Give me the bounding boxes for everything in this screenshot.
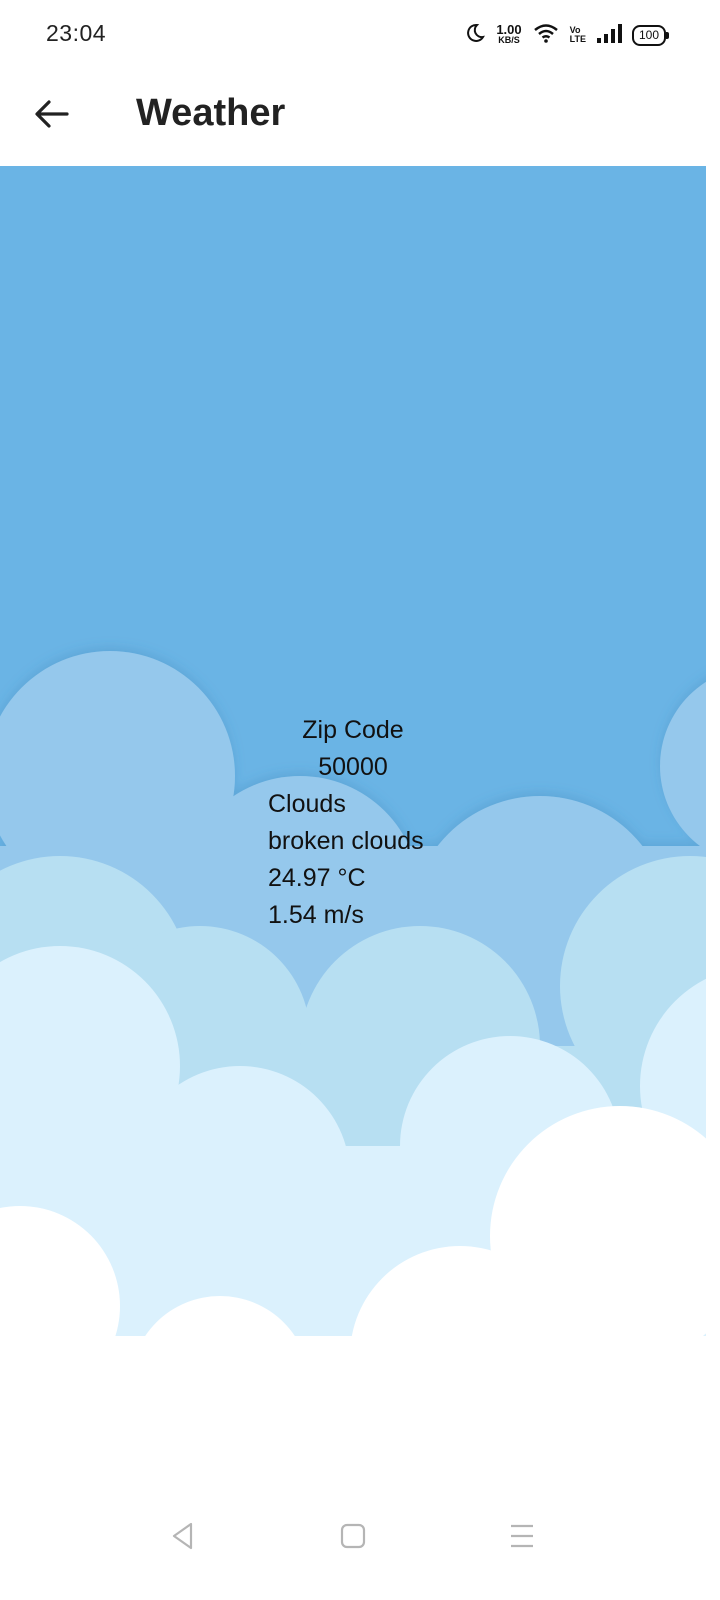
zip-code-value: 50000 bbox=[318, 753, 388, 781]
app-bar: Weather bbox=[0, 70, 720, 166]
back-triangle-icon bbox=[169, 1521, 197, 1556]
volte-badge: Vo LTE bbox=[569, 25, 586, 44]
system-nav-bar bbox=[0, 1490, 720, 1600]
weather-condition: Clouds bbox=[268, 790, 346, 818]
nav-home-button[interactable] bbox=[323, 1508, 383, 1568]
weather-background: Zip Code 50000 Clouds broken clouds 24.9… bbox=[0, 166, 706, 1490]
weather-description: broken clouds bbox=[268, 827, 424, 855]
moon-icon bbox=[464, 22, 486, 49]
menu-lines-icon bbox=[508, 1523, 536, 1554]
signal-icon bbox=[596, 23, 622, 48]
arrow-left-icon bbox=[34, 99, 70, 134]
nav-back-button[interactable] bbox=[153, 1508, 213, 1568]
status-icons: 1.00 KB/S Vo LTE 100 bbox=[464, 20, 670, 50]
wind-speed: 1.54 m/s bbox=[268, 901, 364, 929]
wifi-icon bbox=[532, 22, 560, 49]
weather-info: Zip Code 50000 Clouds broken clouds 24.9… bbox=[268, 712, 438, 934]
temperature: 24.97 °C bbox=[268, 864, 366, 892]
zip-code-label: Zip Code bbox=[302, 716, 404, 744]
nav-menu-button[interactable] bbox=[492, 1508, 552, 1568]
status-time: 23:04 bbox=[46, 20, 107, 46]
back-button[interactable] bbox=[24, 88, 80, 144]
home-square-icon bbox=[340, 1523, 366, 1554]
net-speed: 1.00 KB/S bbox=[496, 22, 522, 45]
status-bar: 23:04 1.00 KB/S Vo LTE 100 bbox=[0, 0, 720, 70]
battery-icon: 100 bbox=[631, 24, 670, 46]
page-title: Weather bbox=[136, 92, 286, 134]
